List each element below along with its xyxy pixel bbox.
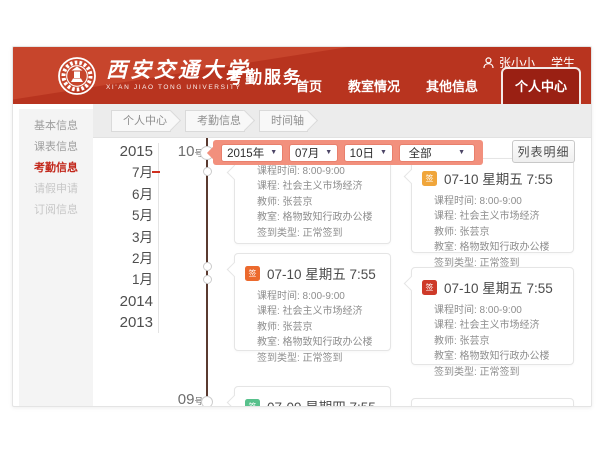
card-field: 教师: 张芸京 <box>434 225 563 240</box>
timeline-line <box>206 138 208 406</box>
main-nav: 首页教室情况其他信息个人中心 <box>283 67 581 104</box>
card-field: 签到类型: 正常签到 <box>257 351 380 366</box>
card-field: 教室: 格物致知行政办公楼 <box>434 240 563 255</box>
sidebar-item-4[interactable]: 订阅信息 <box>19 200 93 221</box>
day-dropdown[interactable]: 10日 ▼ <box>344 144 393 162</box>
axis-month-3[interactable]: 5月 <box>101 205 153 226</box>
card-field: 课程时间: 8:00-9:00 <box>434 194 563 209</box>
timeline-axis: 20157月6月5月3月2月1月20142013 <box>101 141 153 334</box>
card-field: 教师: 张芸京 <box>257 320 380 335</box>
card-fields: 课程时间: 8:00-9:00课程: 社会主义市场经济教师: 张芸京教室: 格物… <box>235 286 390 375</box>
axis-month-4[interactable]: 3月 <box>101 227 153 248</box>
breadcrumb: 个人中心 考勤信息 时间轴 <box>93 104 591 138</box>
timeline-node-dot <box>201 396 213 407</box>
card-header: 签 07-10 星期五 7:55 <box>235 254 390 286</box>
nav-item-1[interactable]: 教室情况 <box>335 68 413 104</box>
attendance-card-r2-left: 签 07-10 星期五 7:55 课程时间: 8:00-9:00课程: 社会主义市场… <box>234 253 391 351</box>
sidebar: 基本信息课表信息考勤信息请假申请订阅信息 <box>19 109 93 406</box>
card-field: 课程: 社会主义市场经济 <box>257 179 380 194</box>
sidebar-item-2[interactable]: 考勤信息 <box>19 158 93 179</box>
nav-item-3[interactable]: 个人中心 <box>501 67 581 104</box>
card-fields: 课程时间: 8:00-9:00课程: 社会主义市场经济教师: 张芸京教室: 格物… <box>412 300 573 389</box>
stamp-icon: 签 <box>422 280 437 295</box>
card-field: 教师: 张芸京 <box>434 334 563 349</box>
filter-ribbon: 2015年 ▼ 07月 ▼ 10日 ▼ 全部 ▼ <box>213 140 483 165</box>
card-date-label: 07-10 星期五 7:55 <box>444 168 553 188</box>
card-field: 课程: 社会主义市场经济 <box>434 318 563 333</box>
stamp-icon: 签 <box>422 171 437 186</box>
breadcrumb-item-0[interactable]: 个人中心 <box>111 110 171 132</box>
card-field: 教室: 格物致知行政办公楼 <box>434 349 563 364</box>
timeline-node-dot <box>203 167 212 176</box>
sidebar-item-3[interactable]: 请假申请 <box>19 179 93 200</box>
type-dropdown-value: 全部 <box>409 145 432 161</box>
card-field: 签到类型: 正常签到 <box>434 365 563 380</box>
card-field: 课程时间: 8:00-9:00 <box>257 164 380 179</box>
current-month-tick <box>152 171 160 173</box>
card-field: 课程: 社会主义市场经济 <box>434 209 563 224</box>
chevron-down-icon: ▼ <box>458 149 465 156</box>
card-fields: 课程时间: 8:00-9:00课程: 社会主义市场经济教师: 张芸京教室: 格物… <box>235 152 390 250</box>
axis-year-8[interactable]: 2013 <box>101 312 153 333</box>
stamp-icon: 签 <box>245 399 260 408</box>
card-field: 课程时间: 8:00-9:00 <box>257 289 380 304</box>
card-date-label: 07-10 星期五 7:55 <box>267 263 376 283</box>
card-date-label: 07-10 星期五 7:55 <box>444 277 553 297</box>
card-header: 签 07-09 星期四 7:55 <box>235 387 390 407</box>
axis-month-6[interactable]: 1月 <box>101 269 153 290</box>
list-detail-button[interactable]: 列表明细 <box>512 140 575 163</box>
breadcrumb-item-2[interactable]: 时间轴 <box>259 110 308 132</box>
card-field: 教师: 张芸京 <box>257 195 380 210</box>
timeline-day-marker: 10号 <box>163 143 203 160</box>
axis-month-1[interactable]: 7月 <box>101 162 153 183</box>
chevron-down-icon: ▼ <box>325 149 332 156</box>
nav-item-0[interactable]: 首页 <box>283 68 335 104</box>
axis-year-7[interactable]: 2014 <box>101 291 153 312</box>
breadcrumb-label: 时间轴 <box>271 115 304 127</box>
day-dropdown-value: 10日 <box>350 145 374 161</box>
university-emblem-icon <box>57 56 97 96</box>
chevron-down-icon: ▼ <box>270 149 277 156</box>
card-header: 签 07-10 星期五 7:55 <box>412 268 573 300</box>
timeline-node-dot <box>203 275 212 284</box>
card-field: 签到类型: 正常签到 <box>257 226 380 241</box>
attendance-card-r1-right: 签 07-10 星期五 7:55 课程时间: 8:00-9:00课程: 社会主义市场… <box>411 158 574 253</box>
card-field: 课程时间: 8:00-9:00 <box>434 303 563 318</box>
chevron-down-icon: ▼ <box>380 149 387 156</box>
app-window: 西安交通大学 XI'AN JIAO TONG UNIVERSITY 考勤服务 张… <box>12 46 592 407</box>
axis-month-5[interactable]: 2月 <box>101 248 153 269</box>
month-dropdown-value: 07月 <box>295 145 319 161</box>
page: 西安交通大学 XI'AN JIAO TONG UNIVERSITY 考勤服务 张… <box>0 0 600 450</box>
app-header: 西安交通大学 XI'AN JIAO TONG UNIVERSITY 考勤服务 张… <box>13 47 591 104</box>
type-dropdown[interactable]: 全部 ▼ <box>399 144 475 162</box>
card-field: 教室: 格物致知行政办公楼 <box>257 335 380 350</box>
breadcrumb-label: 考勤信息 <box>197 115 241 127</box>
year-dropdown-value: 2015年 <box>227 145 264 161</box>
nav-item-2[interactable]: 其他信息 <box>413 68 491 104</box>
card-field: 课程: 社会主义市场经济 <box>257 304 380 319</box>
card-date-label: 07-09 星期四 7:55 <box>267 396 376 407</box>
card-field: 教室: 格物致知行政办公楼 <box>257 210 380 225</box>
sidebar-item-1[interactable]: 课表信息 <box>19 137 93 158</box>
timeline-day-marker: 09号 <box>163 391 203 407</box>
breadcrumb-item-1[interactable]: 考勤信息 <box>185 110 245 132</box>
axis-month-2[interactable]: 6月 <box>101 184 153 205</box>
attendance-card-r3-right <box>411 398 574 407</box>
sidebar-item-0[interactable]: 基本信息 <box>19 116 93 137</box>
year-dropdown[interactable]: 2015年 ▼ <box>221 144 283 162</box>
stamp-icon: 签 <box>245 266 260 281</box>
breadcrumb-label: 个人中心 <box>123 115 167 127</box>
attendance-card-r3-left: 签 07-09 星期四 7:55 <box>234 386 391 407</box>
axis-year-0[interactable]: 2015 <box>101 141 153 162</box>
timeline-node-dot <box>203 262 212 271</box>
university-logo: 西安交通大学 XI'AN JIAO TONG UNIVERSITY <box>57 56 250 96</box>
month-dropdown[interactable]: 07月 ▼ <box>289 144 338 162</box>
attendance-card-r2-right: 签 07-10 星期五 7:55 课程时间: 8:00-9:00课程: 社会主义市场… <box>411 267 574 365</box>
